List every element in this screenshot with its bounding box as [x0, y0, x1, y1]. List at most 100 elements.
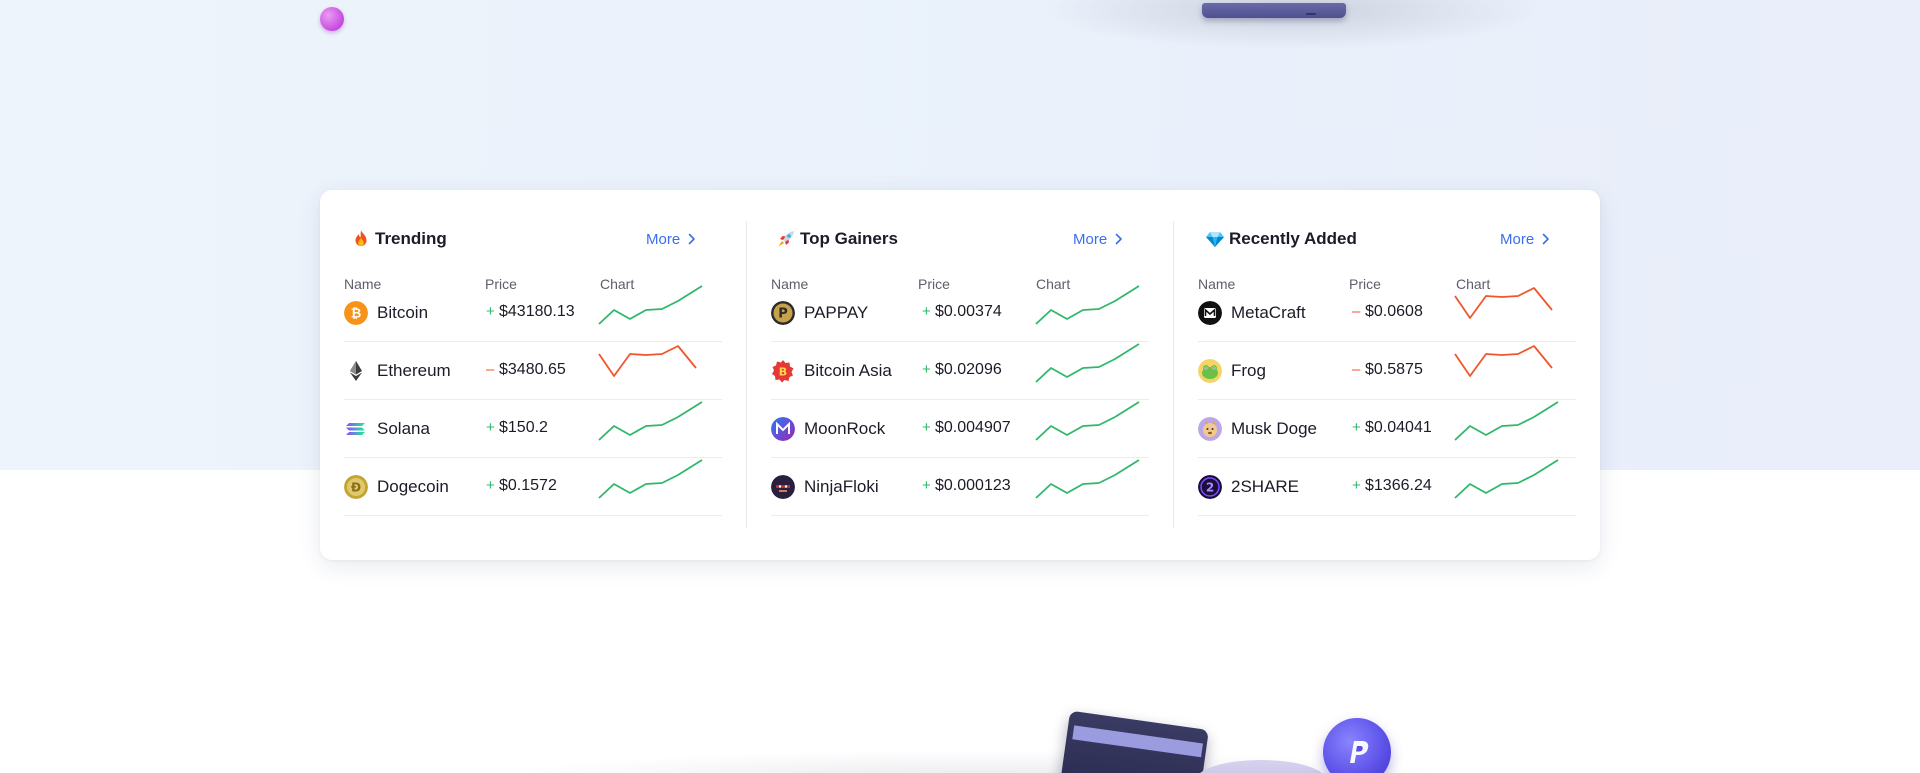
- sparkline-chart: [598, 285, 703, 325]
- section-divider: [1173, 221, 1174, 528]
- coin-price: – $0.0608: [1352, 303, 1423, 321]
- table-row[interactable]: MetaCraft – $0.0608: [1198, 284, 1576, 342]
- coin-name: Musk Doge: [1231, 419, 1317, 438]
- price-value: $0.02096: [935, 361, 1002, 378]
- coin-price: + $0.1572: [486, 477, 557, 495]
- rocket-icon: [778, 231, 794, 247]
- more-label: More: [646, 230, 681, 248]
- trend-up-indicator: +: [1352, 477, 1361, 494]
- section-divider: [746, 221, 747, 528]
- table-row[interactable]: Ð Dogecoin + $0.1572: [344, 458, 722, 516]
- price-value: $0.004907: [935, 419, 1011, 436]
- coin-name: MetaCraft: [1231, 303, 1306, 322]
- coin-price: + $0.00374: [922, 303, 1002, 321]
- trend-up-indicator: +: [922, 361, 931, 378]
- coin-price: + $0.02096: [922, 361, 1002, 379]
- coin-name: Dogecoin: [377, 477, 449, 496]
- trend-down-indicator: –: [1352, 303, 1361, 320]
- trend-up-indicator: +: [922, 477, 931, 494]
- coin-name: 2SHARE: [1231, 477, 1300, 496]
- coin-name: PAPPAY: [804, 303, 869, 322]
- moonrock-icon: [771, 417, 795, 441]
- coin-price: + $0.04041: [1352, 419, 1432, 437]
- table-row[interactable]: B Bitcoin Asia + $0.02096: [771, 342, 1149, 400]
- table-row[interactable]: Musk Doge + $0.04041: [1198, 400, 1576, 458]
- section-title: Recently Added: [1205, 229, 1357, 249]
- sparkline-chart: [1454, 287, 1553, 319]
- sparkline-chart: [1035, 459, 1140, 499]
- decorative-orb: [320, 7, 344, 31]
- ethereum-icon: [350, 361, 362, 381]
- table-row[interactable]: ₿ Bitcoin + $43180.13: [344, 284, 722, 342]
- coin-name: Bitcoin Asia: [804, 361, 892, 380]
- price-value: $1366.24: [1365, 477, 1432, 494]
- more-button[interactable]: More: [646, 226, 696, 252]
- sparkline-chart: [1454, 459, 1559, 499]
- coin-name: NinjaFloki: [804, 477, 879, 496]
- dogecoin-icon: Ð: [344, 475, 368, 499]
- price-value: $150.2: [499, 419, 548, 436]
- section-trending: Trending More Name Price Chart ₿ Bitcoin…: [344, 190, 724, 560]
- price-value: $0.000123: [935, 477, 1011, 494]
- table-row[interactable]: P PAPPAY + $0.00374: [771, 284, 1149, 342]
- ninjafloki-icon: [771, 475, 795, 499]
- coin-price: + $0.004907: [922, 419, 1011, 437]
- paypal-logo-icon: [1350, 741, 1369, 763]
- coin-price: + $150.2: [486, 419, 548, 437]
- price-value: $3480.65: [499, 361, 566, 378]
- trend-up-indicator: +: [922, 303, 931, 320]
- section-header: Recently Added: [1205, 226, 1357, 252]
- decorative-card: [1059, 710, 1209, 773]
- price-value: $43180.13: [499, 303, 575, 320]
- coin-name: Solana: [377, 419, 430, 438]
- trend-up-indicator: +: [922, 419, 931, 436]
- pappay-icon: P: [771, 301, 795, 325]
- musk-doge-icon: [1198, 417, 1222, 441]
- svg-text:Ð: Ð: [351, 481, 361, 495]
- section-title-text: Top Gainers: [800, 229, 898, 248]
- trend-up-indicator: +: [486, 477, 495, 494]
- table-row[interactable]: MoonRock + $0.004907: [771, 400, 1149, 458]
- decorative-card: [1202, 3, 1346, 18]
- 2share-icon: 2: [1198, 475, 1222, 499]
- sparkline-chart: [598, 401, 703, 441]
- more-label: More: [1500, 230, 1535, 248]
- coin-name: Frog: [1231, 361, 1266, 380]
- fire-icon: [355, 230, 367, 246]
- coin-price: – $3480.65: [486, 361, 566, 379]
- svg-text:P: P: [778, 307, 788, 322]
- section-header: Trending: [351, 226, 447, 252]
- more-button[interactable]: More: [1073, 226, 1123, 252]
- bitcoin-asia-icon: B: [772, 360, 794, 383]
- paypal-icon: [1323, 718, 1391, 773]
- svg-text:B: B: [779, 366, 787, 379]
- trend-up-indicator: +: [486, 419, 495, 436]
- table-row[interactable]: NinjaFloki + $0.000123: [771, 458, 1149, 516]
- table-row[interactable]: 2 2SHARE + $1366.24: [1198, 458, 1576, 516]
- section-top-gainers: Top Gainers More Name Price Chart P PAPP…: [771, 190, 1151, 560]
- table-row[interactable]: Frog – $0.5875: [1198, 342, 1576, 400]
- diamond-icon: [1206, 232, 1224, 247]
- sparkline-chart: [1454, 345, 1553, 377]
- trend-up-indicator: +: [1352, 419, 1361, 436]
- chevron-right-icon: [688, 233, 695, 245]
- table-row[interactable]: Ethereum – $3480.65: [344, 342, 722, 400]
- more-label: More: [1073, 230, 1108, 248]
- section-title-text: Recently Added: [1229, 229, 1357, 248]
- price-value: $0.04041: [1365, 419, 1432, 436]
- section-header: Top Gainers: [776, 226, 898, 252]
- more-button[interactable]: More: [1500, 226, 1550, 252]
- coin-name: MoonRock: [804, 419, 886, 438]
- coin-price: + $43180.13: [486, 303, 575, 321]
- sparkline-chart: [598, 459, 703, 499]
- coin-name: Ethereum: [377, 361, 451, 380]
- solana-icon: [346, 423, 365, 435]
- table-row[interactable]: Solana + $150.2: [344, 400, 722, 458]
- price-value: $0.0608: [1365, 303, 1423, 320]
- section-title-text: Trending: [375, 229, 447, 248]
- chevron-right-icon: [1115, 233, 1122, 245]
- trend-up-indicator: +: [486, 303, 495, 320]
- sparkline-chart: [598, 345, 697, 377]
- trend-down-indicator: –: [486, 361, 495, 378]
- section-title: Trending: [351, 229, 447, 249]
